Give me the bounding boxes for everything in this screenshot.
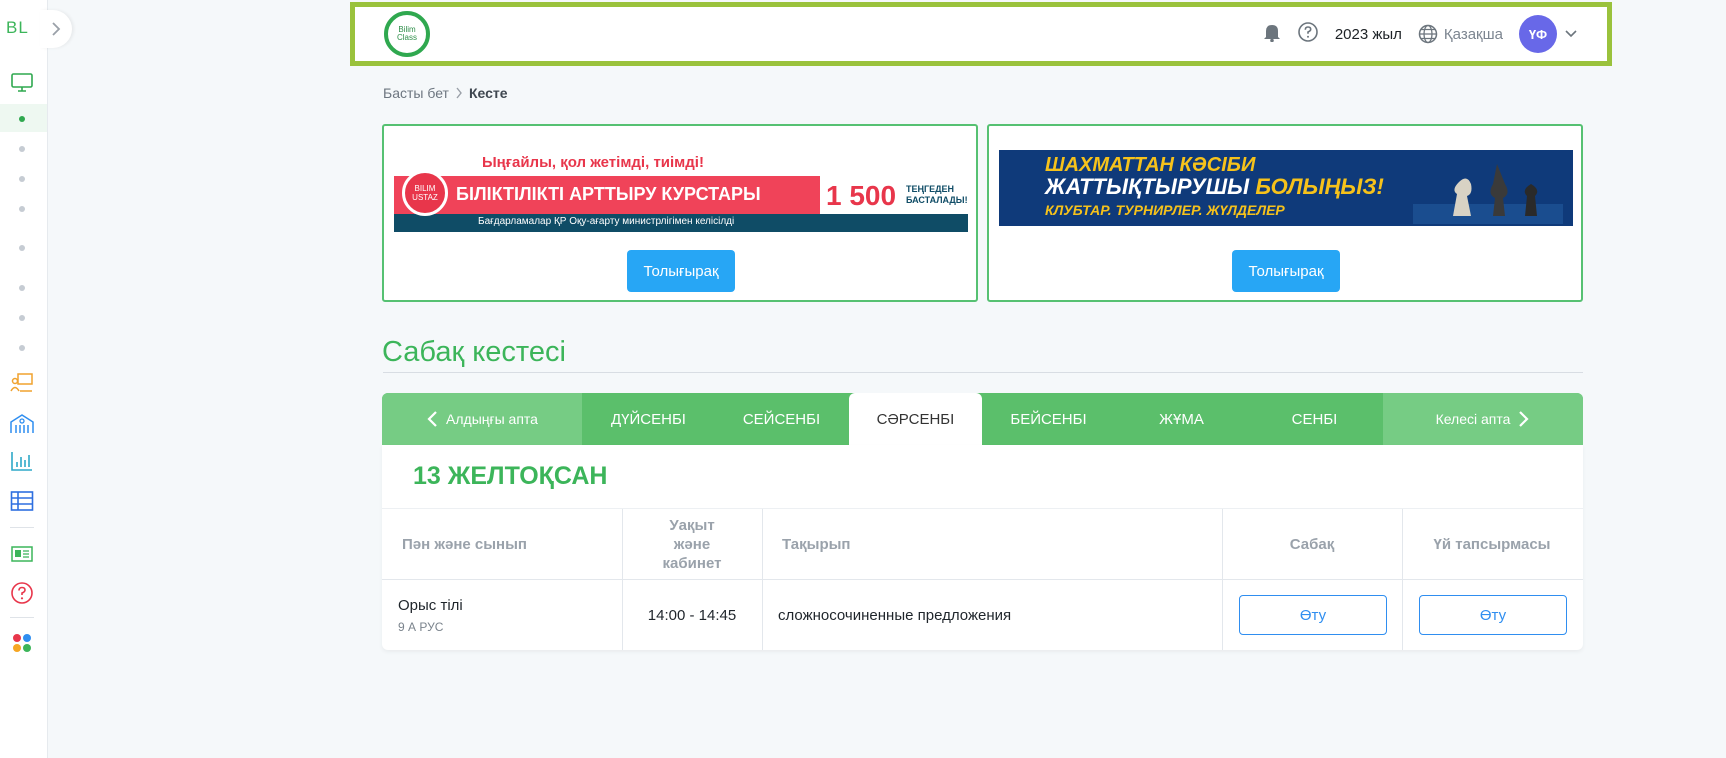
column-header-subject: Пән және сынып bbox=[402, 535, 527, 553]
date-header: 13 ЖЕЛТОҚСАН bbox=[382, 445, 1583, 509]
chevron-right-icon bbox=[52, 22, 61, 36]
bilimclass-logo[interactable]: Bilim Class bbox=[384, 11, 430, 57]
sidebar-subitem-schedule[interactable] bbox=[19, 116, 25, 122]
table-row-topic-cell: сложносочиненные предложения bbox=[778, 606, 1012, 624]
column-header-lesson: Сабақ bbox=[1289, 535, 1335, 553]
teacher-board-icon bbox=[10, 373, 33, 392]
year-selector[interactable]: 2023 жыл bbox=[1335, 26, 1402, 43]
banner-headline: Ыңғайлы, қол жетімді, тиімді! bbox=[482, 154, 704, 171]
sidebar-item-teacher[interactable] bbox=[9, 369, 35, 395]
breadcrumb-home-link[interactable]: Басты бет bbox=[383, 85, 449, 101]
school-building-icon bbox=[10, 414, 34, 433]
promo-banner-chess: ШАХМАТТАН КӘСІБИ ЖАТТЫҚТЫРУШЫ БОЛЫҢЫЗ! К… bbox=[987, 124, 1583, 302]
schedule-title: Сабақ кестесі bbox=[382, 336, 566, 368]
monitor-icon bbox=[11, 73, 33, 92]
chevron-left-icon bbox=[427, 411, 437, 427]
chess-banner-image[interactable]: ШАХМАТТАН КӘСІБИ ЖАТТЫҚТЫРУШЫ БОЛЫҢЫЗ! К… bbox=[999, 148, 1573, 232]
banner-price-sub: ТЕҢГЕДЕН БАСТАЛАДЫ! bbox=[906, 184, 968, 205]
schedule-date: 13 ЖЕЛТОҚСАН bbox=[413, 462, 608, 490]
bar-chart-icon bbox=[11, 452, 32, 471]
sidebar-item-news[interactable] bbox=[9, 541, 35, 567]
top-header: Bilim Class 2023 жыл Қазақша ҮФ bbox=[350, 2, 1612, 66]
prev-week-button[interactable]: Алдыңғы апта bbox=[382, 393, 582, 445]
id-card-icon bbox=[11, 546, 33, 562]
more-info-button[interactable]: Толығырақ bbox=[627, 250, 735, 292]
banner-price: 1 500 bbox=[826, 180, 897, 211]
language-selector[interactable]: Қазақша bbox=[1418, 24, 1503, 44]
sidebar-subitem[interactable] bbox=[19, 345, 25, 351]
tab-monday[interactable]: ДҮЙСЕНБІ bbox=[582, 393, 715, 445]
tab-tuesday[interactable]: СЕЙСЕНБІ bbox=[715, 393, 848, 445]
user-menu[interactable]: ҮФ bbox=[1519, 15, 1577, 53]
globe-icon bbox=[1418, 24, 1438, 44]
sidebar-subitem[interactable] bbox=[19, 176, 25, 182]
chevron-down-icon bbox=[1565, 30, 1577, 38]
banner-background: ШАХМАТТАН КӘСІБИ ЖАТТЫҚТЫРУШЫ БОЛЫҢЫЗ! К… bbox=[999, 150, 1573, 226]
sidebar-subitem[interactable] bbox=[19, 315, 25, 321]
column-header-time: Уақыт және кабинет bbox=[662, 516, 722, 572]
schedule-table: 13 ЖЕЛТОҚСАН Пән және сынып Уақыт және к… bbox=[382, 445, 1583, 650]
notifications-button[interactable] bbox=[1263, 22, 1281, 47]
next-week-button[interactable]: Келесі апта bbox=[1383, 393, 1583, 445]
language-label: Қазақша bbox=[1443, 25, 1503, 43]
tab-friday[interactable]: ЖҰМА bbox=[1115, 393, 1248, 445]
sidebar-divider bbox=[10, 617, 34, 618]
sidebar-item-journal[interactable] bbox=[9, 488, 35, 514]
sidebar-item-reports[interactable] bbox=[9, 448, 35, 474]
breadcrumb-current: Кесте bbox=[468, 85, 508, 101]
homework-go-button[interactable]: Өту bbox=[1419, 595, 1567, 635]
sidebar-item-apps[interactable] bbox=[9, 630, 35, 656]
table-row-time-cell: 14:00 - 14:45 bbox=[647, 606, 737, 624]
avatar: ҮФ bbox=[1519, 15, 1557, 53]
bell-icon bbox=[1263, 24, 1280, 42]
sidebar-expand-button[interactable] bbox=[40, 10, 72, 48]
sidebar-item-help[interactable] bbox=[9, 580, 35, 606]
table-icon bbox=[10, 491, 34, 511]
help-button[interactable] bbox=[1297, 21, 1319, 48]
tab-saturday[interactable]: СЕНБІ bbox=[1248, 393, 1381, 445]
bilim-ustaz-logo: BILIM USTAZ bbox=[402, 170, 448, 216]
tab-thursday[interactable]: БЕЙСЕНБІ bbox=[982, 393, 1115, 445]
banner-line: ЖАТТЫҚТЫРУШЫ БОЛЫҢЫЗ! bbox=[1045, 174, 1384, 199]
question-circle-icon bbox=[1298, 21, 1318, 42]
sidebar-subitem[interactable] bbox=[19, 245, 25, 251]
courses-banner-image[interactable]: Ыңғайлы, қол жетімді, тиімді! БІЛІКТІЛІК… bbox=[394, 148, 968, 232]
chevron-right-icon bbox=[456, 87, 462, 99]
header-actions: 2023 жыл Қазақша ҮФ bbox=[1263, 15, 1577, 53]
prev-week-label: Алдыңғы апта bbox=[446, 411, 538, 427]
sidebar-item-school[interactable] bbox=[9, 410, 35, 436]
subject-name: Орыс тілі bbox=[398, 596, 463, 614]
apps-dots-icon bbox=[13, 634, 31, 652]
sidebar-item-dashboard[interactable] bbox=[9, 70, 35, 96]
week-day-tabs: Алдыңғы апта ДҮЙСЕНБІ СЕЙСЕНБІ СӘРСЕНБІ … bbox=[382, 393, 1583, 445]
banner-price-box: 1 500 ТЕҢГЕДЕН БАСТАЛАДЫ! bbox=[820, 176, 968, 214]
tab-wednesday[interactable]: СӘРСЕНБІ bbox=[849, 393, 982, 445]
left-sidebar: BL bbox=[0, 0, 72, 758]
lesson-go-button[interactable]: Өту bbox=[1239, 595, 1387, 635]
sidebar-subitem[interactable] bbox=[19, 206, 25, 212]
column-header-homework: Үй тапсырмасы bbox=[1433, 535, 1551, 553]
sidebar-subitem[interactable] bbox=[19, 285, 25, 291]
class-name: 9 А РУС bbox=[398, 619, 444, 634]
brand-text: Class bbox=[396, 33, 417, 42]
sidebar-logo: BL bbox=[6, 18, 29, 37]
more-info-button[interactable]: Толығырақ bbox=[1232, 250, 1340, 292]
banner-line: КЛУБТАР. ТУРНИРЛЕР. ЖҮЛДЕЛЕР bbox=[1045, 202, 1285, 218]
sidebar-divider bbox=[10, 527, 34, 528]
banner-note: Бағдарламалар ҚР Оқу-ағарту министрлігім… bbox=[478, 216, 735, 227]
table-row-subject-cell: Орыс тілі 9 А РУС bbox=[398, 580, 618, 650]
breadcrumb: Басты бет Кесте bbox=[383, 85, 508, 101]
chess-pieces-icon bbox=[1413, 164, 1563, 224]
banner-title: БІЛІКТІЛІКТІ АРТТЫРУ КУРСТАРЫ bbox=[456, 184, 761, 204]
chevron-right-icon bbox=[1519, 411, 1529, 427]
next-week-label: Келесі апта bbox=[1435, 411, 1511, 427]
sidebar-subitem[interactable] bbox=[19, 146, 25, 152]
promo-banner-courses: Ыңғайлы, қол жетімді, тиімді! БІЛІКТІЛІК… bbox=[382, 124, 978, 302]
help-circle-icon bbox=[11, 582, 33, 604]
column-header-topic: Тақырып bbox=[782, 535, 851, 553]
title-divider bbox=[383, 372, 1583, 373]
